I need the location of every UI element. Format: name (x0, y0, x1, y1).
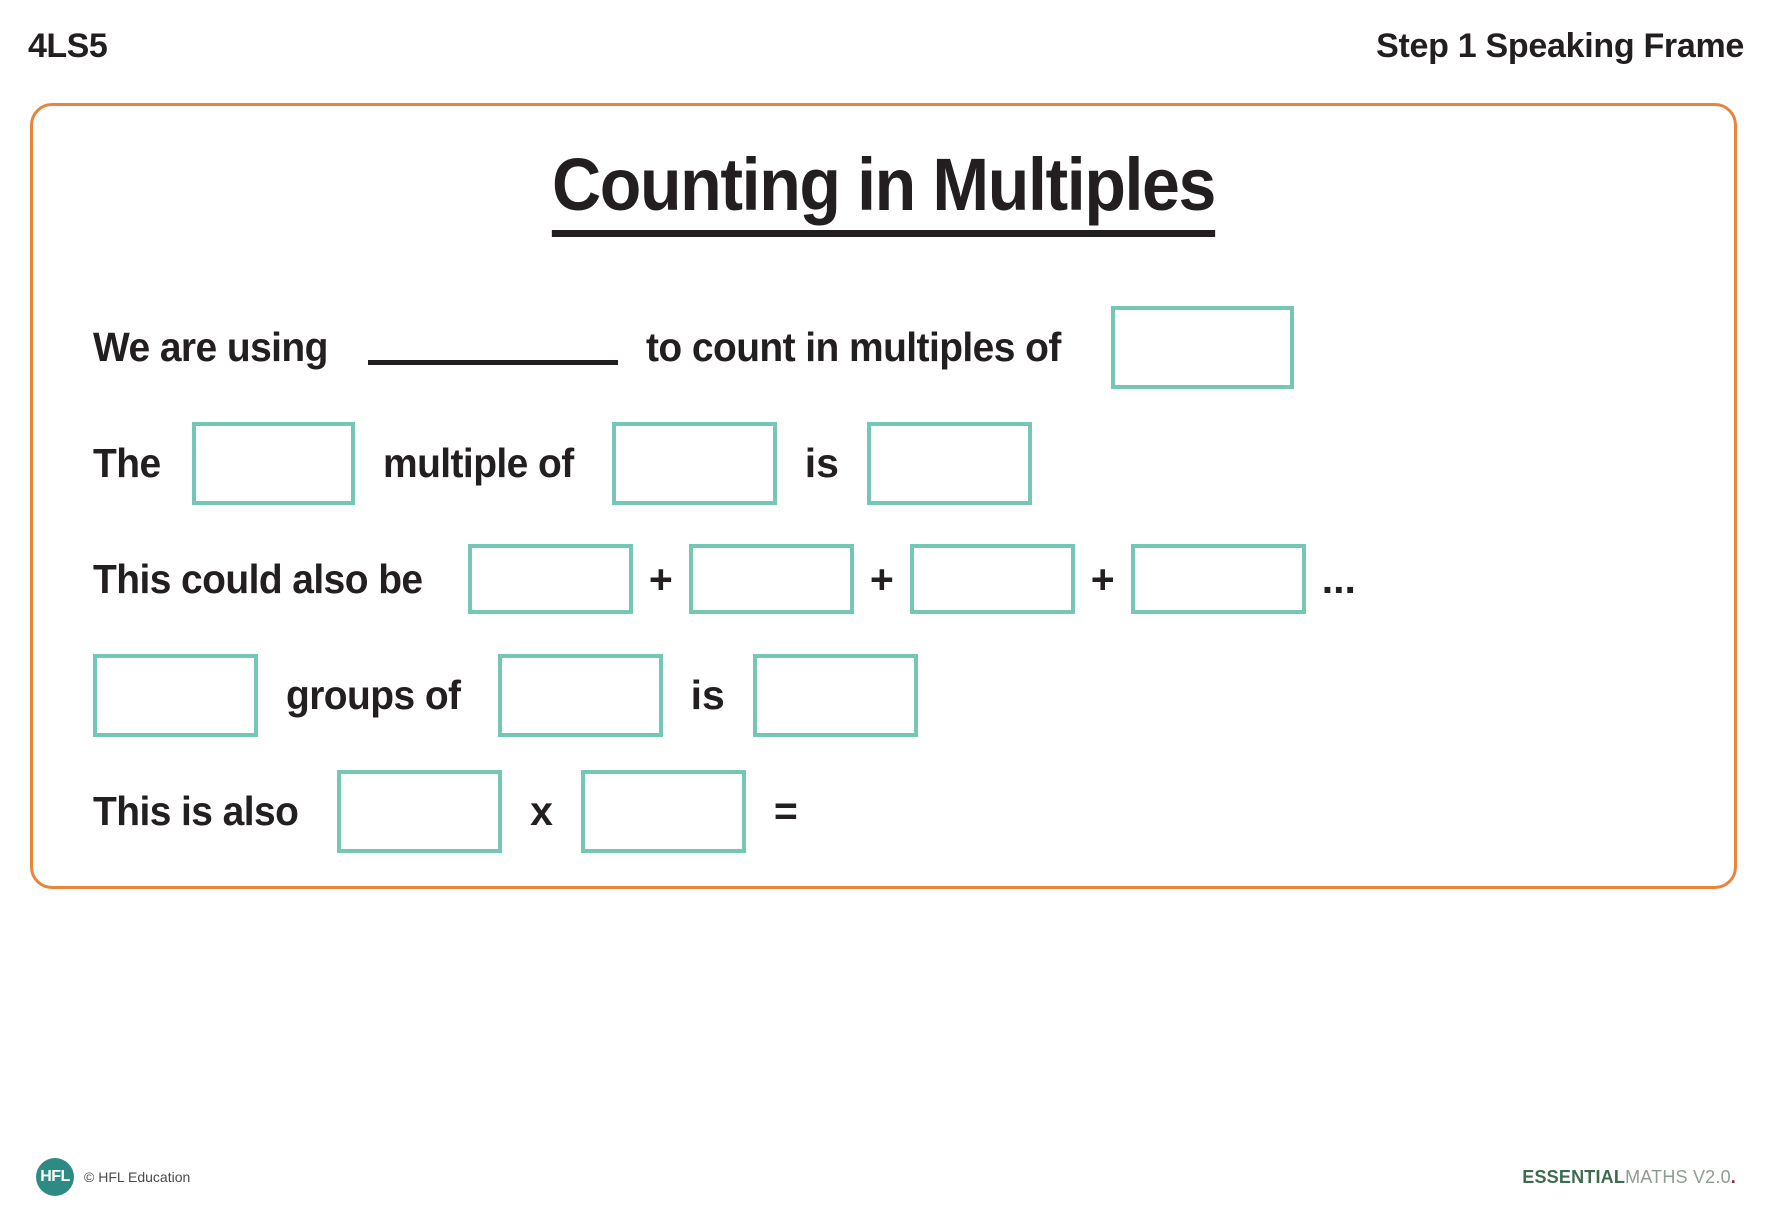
multiply-sign: x (530, 787, 553, 834)
brand-essential-text: ESSENTIAL (1522, 1166, 1626, 1187)
hfl-logo-icon: HFL (36, 1158, 74, 1196)
page-title: Counting in Multiples (101, 148, 1666, 237)
essentialmaths-branding: ESSENTIALMATHS V2.0. (1522, 1167, 1736, 1188)
answer-box-factor-2[interactable] (580, 769, 746, 853)
copyright-text: © HFL Education (84, 1169, 191, 1185)
row-groups-of: groups of is (93, 637, 1694, 753)
page-footer: HFL © HFL Education ESSENTIALMATHS V2.0. (36, 1152, 1736, 1202)
plus-sign-1: + (648, 555, 673, 602)
speaking-frame-card: Counting in Multiples We are using to co… (30, 103, 1737, 889)
row-this-is-also: This is also x = (93, 753, 1694, 869)
sentence-rows: We are using to count in multiples of Th… (33, 289, 1734, 869)
row2-mid-text: multiple of (383, 439, 574, 486)
answer-box-group-count[interactable] (93, 653, 258, 737)
answer-box-addend-4[interactable] (1130, 544, 1306, 614)
row4-is-text: is (690, 671, 725, 718)
row5-lead-text: This is also (93, 787, 299, 834)
answer-box-addend-2[interactable] (688, 544, 854, 614)
answer-box-base-number[interactable] (611, 421, 777, 505)
plus-sign-3: + (1090, 555, 1115, 602)
brand-maths-version-text: MATHS V2.0 (1625, 1166, 1731, 1187)
row2-is-text: is (804, 439, 839, 486)
row1-blank-line[interactable] (368, 330, 619, 365)
answer-box-addend-3[interactable] (909, 544, 1075, 614)
step-title: Step 1 Speaking Frame (1376, 26, 1744, 65)
row-the-multiple-of: The multiple of is (93, 405, 1694, 521)
answer-box-multiple-value[interactable] (1110, 305, 1294, 389)
answer-box-group-total[interactable] (752, 653, 918, 737)
row-this-could-also-be: This could also be + + + ... (93, 521, 1694, 637)
brand-dot: . (1730, 1166, 1736, 1187)
ellipsis-text: ... (1321, 555, 1356, 602)
equals-sign: = (773, 787, 798, 834)
answer-box-result[interactable] (866, 421, 1032, 505)
row1-lead-text: We are using (93, 323, 328, 370)
page-header: 4LS5 Step 1 Speaking Frame (28, 18, 1744, 74)
row2-lead-text: The (93, 439, 161, 486)
answer-box-group-size[interactable] (497, 653, 663, 737)
row1-mid-text: to count in multiples of (646, 323, 1061, 370)
lesson-code: 4LS5 (28, 26, 108, 65)
page-title-text: Counting in Multiples (551, 148, 1216, 237)
plus-sign-2: + (869, 555, 894, 602)
row3-lead-text: This could also be (93, 555, 423, 602)
hfl-branding: HFL © HFL Education (36, 1158, 190, 1196)
row4-mid-text: groups of (286, 671, 461, 718)
answer-box-factor-1[interactable] (337, 769, 503, 853)
answer-box-addend-1[interactable] (467, 544, 633, 614)
answer-box-ordinal[interactable] (192, 421, 356, 505)
row-we-are-using: We are using to count in multiples of (93, 289, 1694, 405)
